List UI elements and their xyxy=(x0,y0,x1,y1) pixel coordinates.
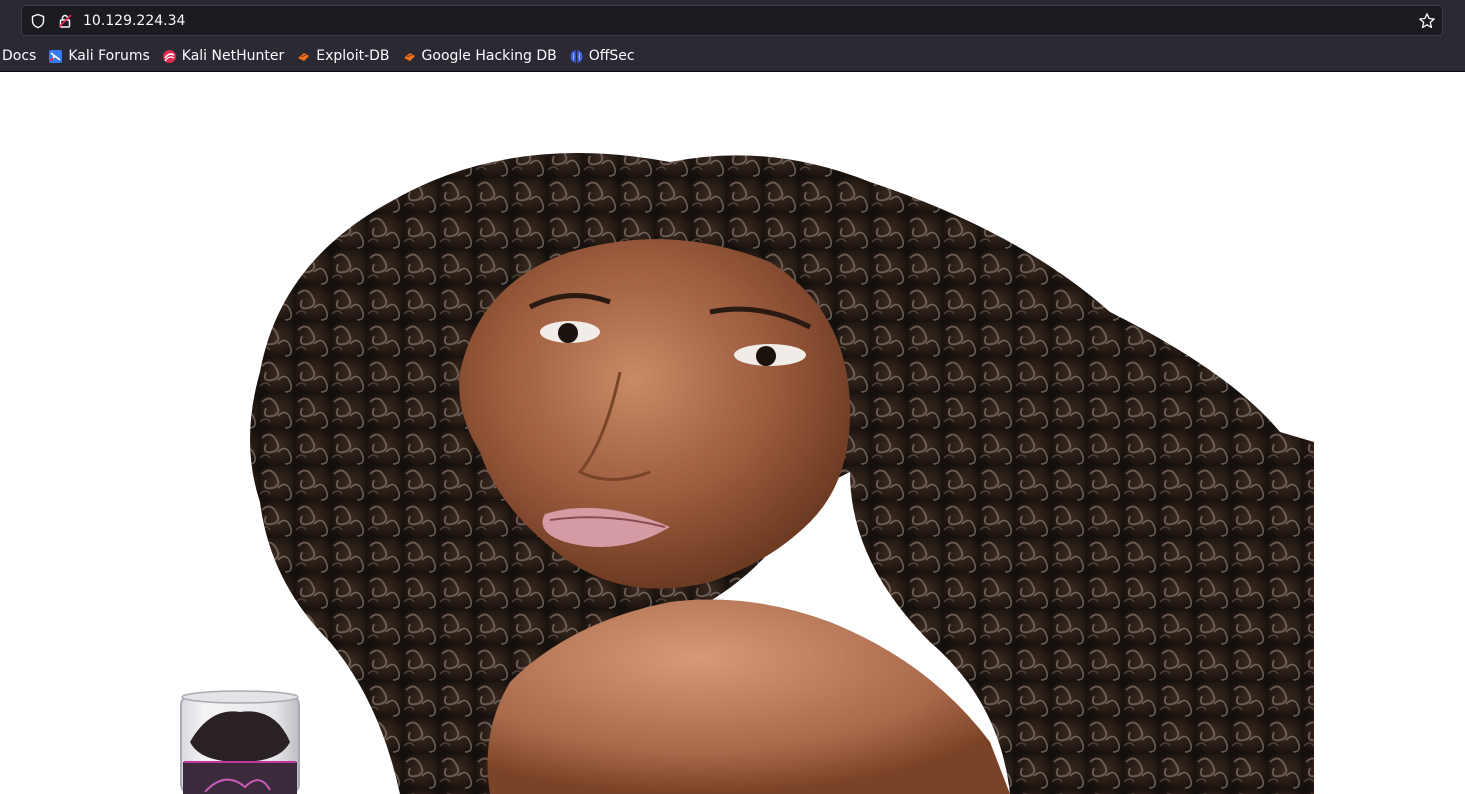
hero-image xyxy=(150,142,1314,794)
address-bar[interactable]: 10.129.224.34 xyxy=(21,5,1443,36)
lock-icon[interactable] xyxy=(56,12,74,30)
product-jar xyxy=(180,690,300,794)
bookmark-label: Google Hacking DB xyxy=(421,48,557,64)
bookmark-label: Docs xyxy=(2,48,37,64)
offsec-icon xyxy=(569,49,584,64)
bookmark-kali-nethunter[interactable]: Kali NetHunter xyxy=(162,46,284,66)
bookmark-label: Kali Forums xyxy=(68,48,150,64)
url-text[interactable]: 10.129.224.34 xyxy=(83,12,185,30)
page-content xyxy=(0,72,1465,794)
bookmark-offsec[interactable]: OffSec xyxy=(569,46,635,66)
exploit-db-icon xyxy=(296,49,311,64)
bookmark-label: OffSec xyxy=(588,48,635,64)
bookmark-label: Exploit-DB xyxy=(316,48,390,64)
kali-nethunter-icon xyxy=(162,49,177,64)
bookmark-exploit-db[interactable]: Exploit-DB xyxy=(296,46,390,66)
bookmark-label: Kali NetHunter xyxy=(181,48,285,64)
browser-toolbar: 10.129.224.34 Docs Kali Forums Kali NetH… xyxy=(0,0,1465,72)
bookmark-google-hacking-db[interactable]: Google Hacking DB xyxy=(402,46,557,66)
bookmarks-toolbar: Docs Kali Forums Kali NetHunter Exploit-… xyxy=(0,44,647,68)
shield-icon[interactable] xyxy=(29,12,47,30)
star-icon[interactable] xyxy=(1418,12,1436,30)
bookmark-docs[interactable]: Docs xyxy=(2,46,36,66)
kali-forums-icon xyxy=(48,49,63,64)
ghdb-icon xyxy=(402,49,417,64)
bookmark-kali-forums[interactable]: Kali Forums xyxy=(48,46,150,66)
